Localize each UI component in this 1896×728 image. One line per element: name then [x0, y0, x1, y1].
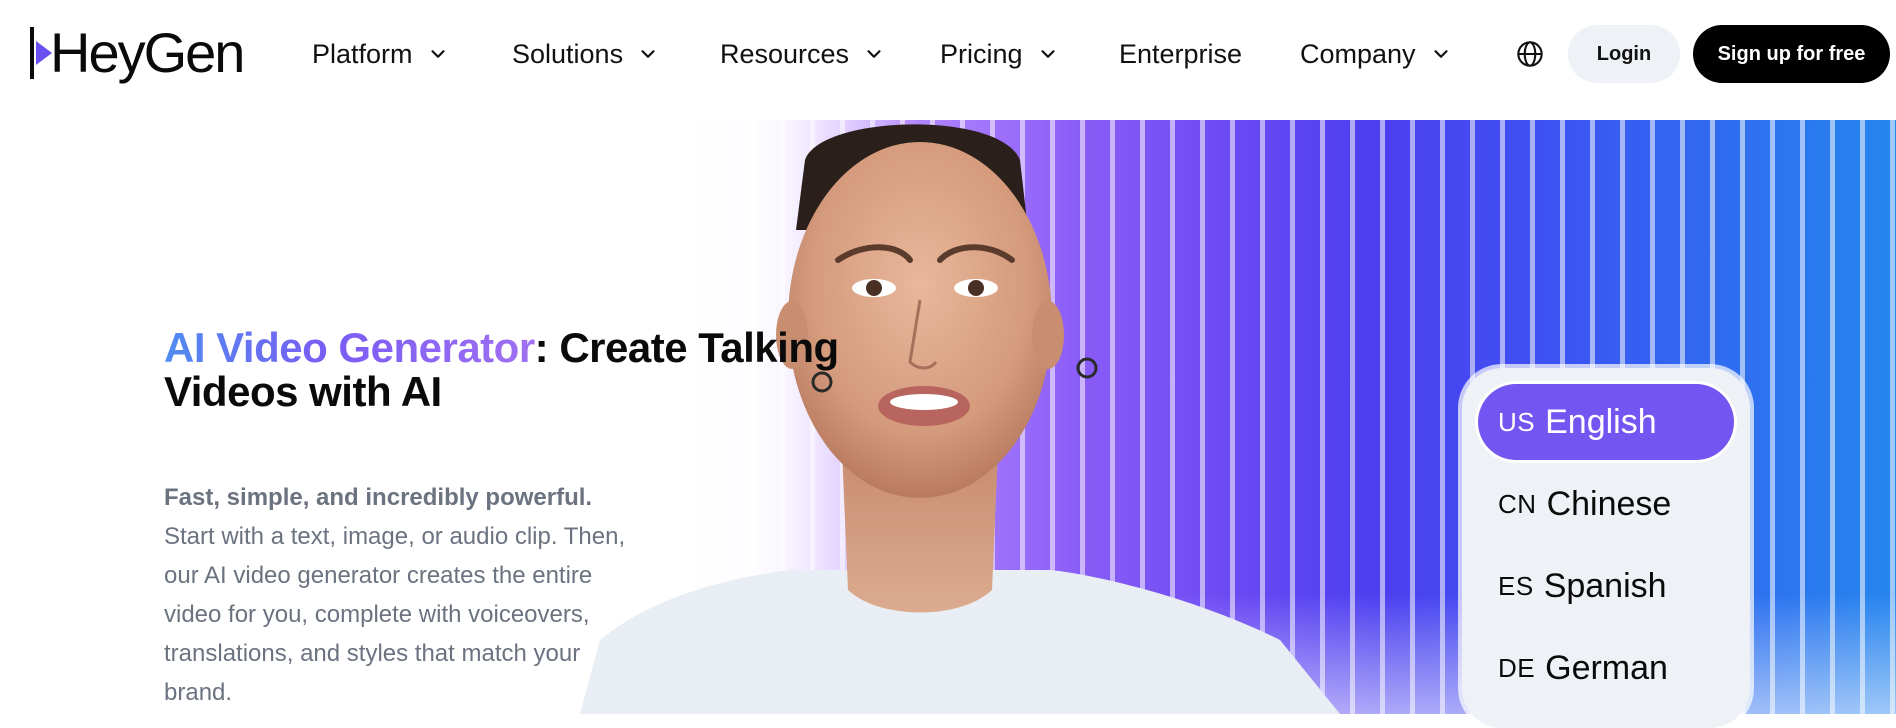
- chevron-down-icon: [867, 50, 881, 58]
- language-label: English: [1545, 402, 1657, 441]
- nav-item-label: Solutions: [512, 38, 624, 69]
- nav-item-pricing[interactable]: Pricing: [940, 39, 1059, 70]
- language-label: Spanish: [1543, 566, 1667, 605]
- signup-button[interactable]: Sign up for free: [1693, 25, 1890, 83]
- hero-description: Fast, simple, and incredibly powerful. S…: [164, 478, 644, 712]
- headline-highlight: AI Video Generator: [164, 324, 535, 371]
- logo-play-mark-icon: [30, 27, 52, 79]
- nav-item-label: Platform: [312, 38, 413, 69]
- language-label: German: [1545, 648, 1668, 687]
- language-selector-card: US English CN Chinese ES Spanish DE Germ…: [1462, 368, 1750, 728]
- site-header: HeyGen Platform Solutions Resources Pric…: [0, 0, 1896, 108]
- language-label: Chinese: [1546, 484, 1672, 523]
- nav-item-resources[interactable]: Resources: [720, 39, 885, 70]
- language-code: US: [1498, 406, 1536, 437]
- nav-item-company[interactable]: Company: [1300, 39, 1452, 70]
- language-code: ES: [1498, 570, 1534, 601]
- language-code: DE: [1498, 652, 1536, 683]
- nav-item-enterprise[interactable]: Enterprise: [1119, 39, 1242, 70]
- language-option-german[interactable]: DE German: [1478, 630, 1734, 706]
- nav-item-platform[interactable]: Platform: [312, 39, 449, 70]
- language-code: CN: [1498, 488, 1537, 519]
- logo-wordmark: HeyGen: [50, 21, 245, 84]
- page-title: AI Video Generator: Create Talking Video…: [164, 326, 884, 414]
- globe-icon[interactable]: [1516, 40, 1544, 68]
- hero-body-text: Start with a text, image, or audio clip.…: [164, 523, 626, 706]
- language-option-english[interactable]: US English: [1478, 384, 1734, 460]
- language-option-chinese[interactable]: CN Chinese: [1478, 466, 1734, 542]
- chevron-down-icon: [641, 50, 655, 58]
- nav-item-label: Pricing: [940, 38, 1023, 69]
- chevron-down-icon: [1433, 50, 1448, 58]
- avatar-presenter-video[interactable]: [580, 120, 1340, 714]
- nav-item-label: Company: [1300, 38, 1416, 69]
- chevron-down-icon: [1040, 50, 1055, 58]
- nav-item-label: Resources: [720, 38, 850, 69]
- hero-lead-text: Fast, simple, and incredibly powerful.: [164, 484, 593, 511]
- chevron-down-icon: [430, 50, 445, 58]
- language-option-spanish[interactable]: ES Spanish: [1478, 548, 1734, 624]
- login-button[interactable]: Login: [1568, 25, 1680, 83]
- nav-item-label: Enterprise: [1119, 38, 1243, 69]
- heygen-logo[interactable]: HeyGen: [30, 20, 245, 86]
- nav-item-solutions[interactable]: Solutions: [512, 39, 659, 70]
